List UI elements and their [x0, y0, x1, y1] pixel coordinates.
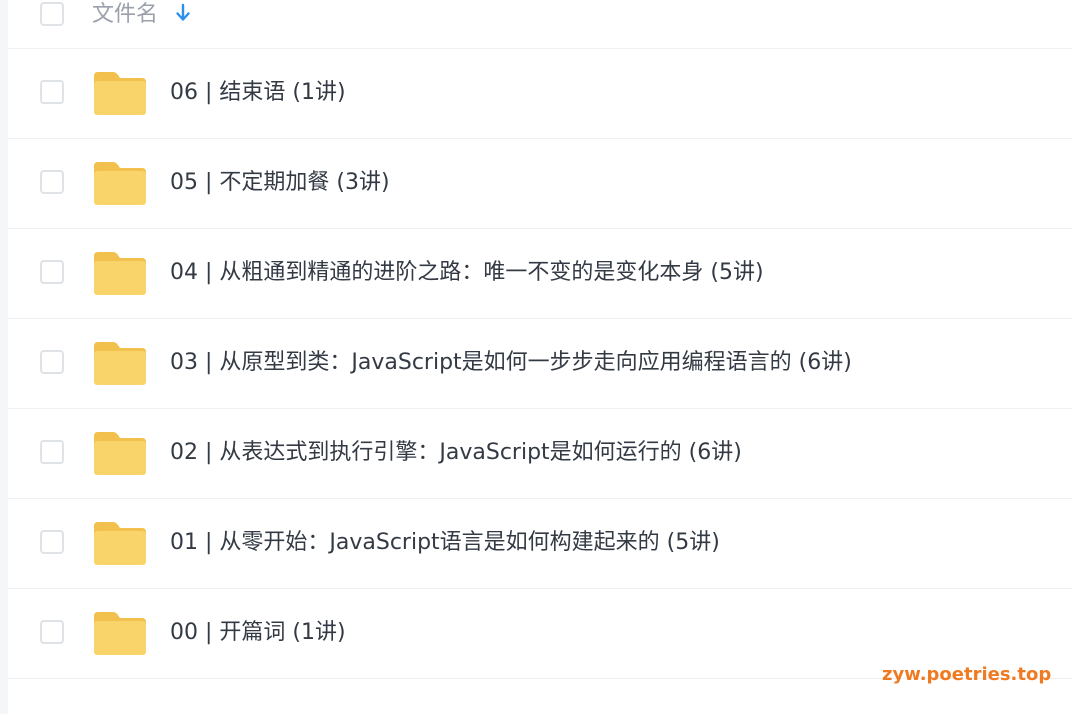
folder-name[interactable]: 04 | 从粗通到精通的进阶之路：唯一不变的是变化本身 (5讲) [170, 256, 764, 290]
folder-icon [94, 162, 146, 205]
folder-name[interactable]: 06 | 结束语 (1讲) [170, 76, 346, 110]
row-checkbox[interactable] [40, 440, 64, 464]
folder-row[interactable]: 06 | 结束语 (1讲) [8, 48, 1072, 139]
row-checkbox[interactable] [40, 80, 64, 104]
file-list-header: 文件名 [8, 0, 1072, 49]
row-checkbox[interactable] [40, 350, 64, 374]
folder-row[interactable]: 03 | 从原型到类：JavaScript是如何一步步走向应用编程语言的 (6讲… [8, 318, 1072, 409]
folder-icon [94, 522, 146, 565]
row-checkbox[interactable] [40, 170, 64, 194]
row-checkbox[interactable] [40, 260, 64, 284]
folder-row[interactable]: 05 | 不定期加餐 (3讲) [8, 138, 1072, 229]
folder-name[interactable]: 00 | 开篇词 (1讲) [170, 616, 346, 650]
file-list-page: 文件名 06 | 结束语 (1讲) 05 | 不定期加餐 (3讲) 04 | 从… [0, 0, 1072, 714]
row-checkbox[interactable] [40, 620, 64, 644]
folder-name[interactable]: 03 | 从原型到类：JavaScript是如何一步步走向应用编程语言的 (6讲… [170, 346, 852, 380]
folder-row[interactable]: 04 | 从粗通到精通的进阶之路：唯一不变的是变化本身 (5讲) [8, 228, 1072, 319]
watermark-text: zyw.poetries.top [882, 664, 1052, 685]
folder-icon [94, 432, 146, 475]
select-all-checkbox[interactable] [40, 2, 64, 26]
row-checkbox[interactable] [40, 530, 64, 554]
folder-name[interactable]: 02 | 从表达式到执行引擎：JavaScript是如何运行的 (6讲) [170, 436, 742, 470]
folder-row[interactable]: 01 | 从零开始：JavaScript语言是如何构建起来的 (5讲) [8, 498, 1072, 589]
filename-column-header[interactable]: 文件名 [92, 0, 158, 28]
left-panel-edge [0, 0, 8, 714]
folder-row[interactable]: 02 | 从表达式到执行引擎：JavaScript是如何运行的 (6讲) [8, 408, 1072, 499]
arrow-down-icon[interactable] [175, 3, 191, 23]
folder-name[interactable]: 05 | 不定期加餐 (3讲) [170, 166, 390, 200]
folder-name[interactable]: 01 | 从零开始：JavaScript语言是如何构建起来的 (5讲) [170, 526, 720, 560]
folder-icon [94, 612, 146, 655]
folder-icon [94, 252, 146, 295]
folder-icon [94, 72, 146, 115]
folder-icon [94, 342, 146, 385]
